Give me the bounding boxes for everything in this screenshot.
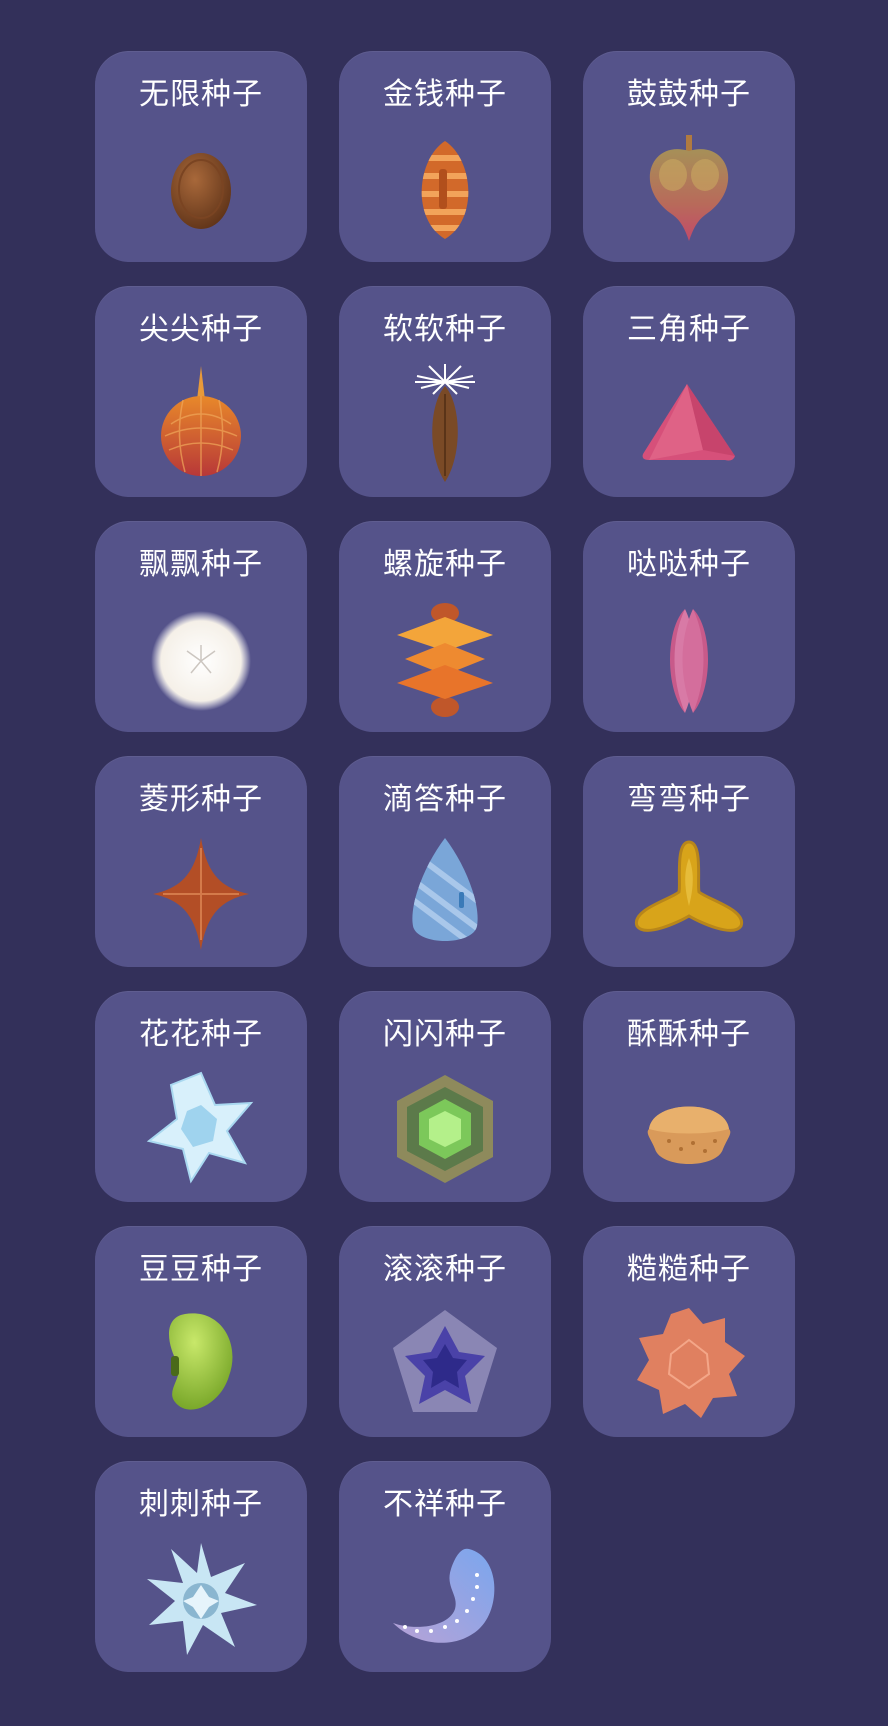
pink-triangle-seed-icon bbox=[629, 364, 749, 484]
seed-label: 螺旋种子 bbox=[383, 547, 507, 582]
seed-label: 糙糙种子 bbox=[627, 1252, 751, 1287]
bulb-heart-seed-icon bbox=[629, 129, 749, 249]
seed-card[interactable]: 尖尖种子 bbox=[95, 286, 307, 497]
ice-star-spiky-icon bbox=[141, 1539, 261, 1659]
seed-card[interactable]: 弯弯种子 bbox=[583, 756, 795, 967]
seed-grid: 无限种子 金钱种子 鼓鼓种子 尖尖种子 软软种子 三角种子 飘飘种子 螺旋种子 … bbox=[95, 51, 795, 1672]
seed-label: 滴答种子 bbox=[383, 782, 507, 817]
seed-label: 飘飘种子 bbox=[139, 547, 263, 582]
purple-star-pentagon-icon bbox=[385, 1304, 505, 1424]
seed-card[interactable]: 哒哒种子 bbox=[583, 521, 795, 732]
seed-card[interactable]: 飘飘种子 bbox=[95, 521, 307, 732]
seed-label: 豆豆种子 bbox=[139, 1252, 263, 1287]
spiked-round-seed-icon bbox=[141, 364, 261, 484]
seed-card[interactable]: 滚滚种子 bbox=[339, 1226, 551, 1437]
seed-card[interactable]: 不祥种子 bbox=[339, 1461, 551, 1672]
brown-diamond-star-icon bbox=[141, 834, 261, 954]
seed-label: 酥酥种子 bbox=[627, 1017, 751, 1052]
blue-comet-seed-icon bbox=[385, 1539, 505, 1659]
seed-label: 三角种子 bbox=[627, 312, 751, 347]
ice-flower-seed-icon bbox=[141, 1069, 261, 1189]
orange-striped-seed-icon bbox=[385, 129, 505, 249]
seed-card[interactable]: 金钱种子 bbox=[339, 51, 551, 262]
seed-label: 弯弯种子 bbox=[627, 782, 751, 817]
seed-label: 刺刺种子 bbox=[139, 1487, 263, 1522]
seed-label: 金钱种子 bbox=[383, 77, 507, 112]
brown-oval-seed-icon bbox=[141, 129, 261, 249]
tan-cracker-seed-icon bbox=[629, 1069, 749, 1189]
orange-rough-star-icon bbox=[629, 1304, 749, 1424]
seed-card[interactable]: 闪闪种子 bbox=[339, 991, 551, 1202]
seed-card[interactable]: 滴答种子 bbox=[339, 756, 551, 967]
white-fluff-ball-icon bbox=[141, 599, 261, 719]
seed-label: 花花种子 bbox=[139, 1017, 263, 1052]
pink-pod-seed-icon bbox=[629, 599, 749, 719]
seed-card[interactable]: 三角种子 bbox=[583, 286, 795, 497]
seed-card[interactable]: 菱形种子 bbox=[95, 756, 307, 967]
seed-label: 闪闪种子 bbox=[383, 1017, 507, 1052]
seed-label: 尖尖种子 bbox=[139, 312, 263, 347]
seed-card[interactable]: 酥酥种子 bbox=[583, 991, 795, 1202]
seed-label: 鼓鼓种子 bbox=[627, 77, 751, 112]
seed-card[interactable]: 软软种子 bbox=[339, 286, 551, 497]
blue-droplet-seed-icon bbox=[385, 834, 505, 954]
seed-card[interactable]: 鼓鼓种子 bbox=[583, 51, 795, 262]
seed-label: 软软种子 bbox=[383, 312, 507, 347]
seed-card[interactable]: 无限种子 bbox=[95, 51, 307, 262]
seed-label: 哒哒种子 bbox=[627, 547, 751, 582]
seed-card[interactable]: 刺刺种子 bbox=[95, 1461, 307, 1672]
yellow-curved-tri-seed-icon bbox=[629, 834, 749, 954]
dandelion-tuft-seed-icon bbox=[385, 364, 505, 484]
seed-card[interactable]: 螺旋种子 bbox=[339, 521, 551, 732]
orange-spiral-stack-icon bbox=[385, 599, 505, 719]
seed-label: 滚滚种子 bbox=[383, 1252, 507, 1287]
seed-label: 菱形种子 bbox=[139, 782, 263, 817]
green-bean-seed-icon bbox=[141, 1304, 261, 1424]
seed-card[interactable]: 糙糙种子 bbox=[583, 1226, 795, 1437]
green-hexagon-seed-icon bbox=[385, 1069, 505, 1189]
seed-label: 不祥种子 bbox=[383, 1487, 507, 1522]
seed-label: 无限种子 bbox=[139, 77, 263, 112]
seed-card[interactable]: 豆豆种子 bbox=[95, 1226, 307, 1437]
seed-card[interactable]: 花花种子 bbox=[95, 991, 307, 1202]
